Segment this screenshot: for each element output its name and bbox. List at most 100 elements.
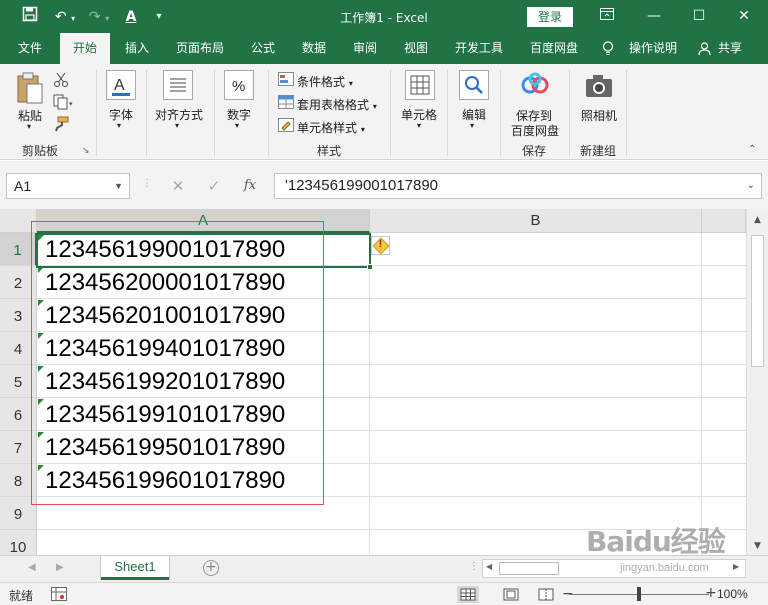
grid-line — [369, 233, 370, 555]
format-as-table-icon[interactable] — [278, 95, 294, 112]
clipboard-group-label: 剪贴板 — [22, 144, 59, 158]
insert-function-icon[interactable]: fx — [236, 173, 264, 199]
number-format-icon[interactable]: % — [224, 70, 254, 103]
scroll-up-icon[interactable]: ▲ — [747, 211, 768, 229]
tab-insert[interactable]: 插入 — [116, 33, 158, 64]
sheet-prev-icon[interactable]: ◀ — [28, 562, 36, 573]
grid-line — [701, 233, 702, 555]
vertical-scroll-thumb[interactable] — [751, 235, 764, 367]
lightbulb-icon[interactable] — [600, 33, 616, 64]
cells-dropdown-icon[interactable]: ▾ — [417, 121, 421, 130]
horizontal-scrollbar[interactable]: ◀ ▶ — [482, 559, 746, 578]
group-divider — [447, 70, 448, 156]
edit-dropdown-icon[interactable]: ▾ — [470, 121, 474, 130]
normal-view-icon[interactable] — [457, 586, 479, 603]
paste-icon[interactable] — [15, 72, 45, 109]
cells-icon[interactable] — [405, 70, 435, 103]
share-button[interactable]: 共享 — [714, 33, 746, 64]
formula-bar-grip-icon[interactable]: ⋮ — [142, 178, 152, 189]
grid-line — [37, 529, 746, 530]
tab-developer[interactable]: 开发工具 — [449, 33, 509, 64]
page-break-view-icon[interactable] — [535, 586, 557, 603]
tell-me-search[interactable]: 操作说明 — [624, 33, 682, 64]
edit-find-icon[interactable] — [459, 70, 489, 103]
macro-record-icon[interactable] — [51, 587, 67, 604]
horizontal-scroll-thumb[interactable] — [499, 562, 559, 575]
camera-icon[interactable] — [585, 74, 613, 101]
enter-icon[interactable]: ✓ — [200, 173, 228, 199]
zoom-slider-thumb[interactable] — [637, 587, 641, 601]
scroll-right-icon[interactable]: ▶ — [733, 562, 739, 571]
row-header[interactable]: 10 — [0, 530, 37, 555]
group-divider — [569, 70, 570, 156]
zoom-level[interactable]: 100% — [717, 587, 748, 601]
tab-home[interactable]: 开始 — [60, 33, 110, 64]
tab-page-layout[interactable]: 页面布局 — [170, 33, 230, 64]
baidu-netdisk-icon[interactable] — [521, 72, 549, 101]
error-warning-icon[interactable]: ! — [371, 236, 390, 255]
scroll-left-icon[interactable]: ◀ — [486, 562, 492, 571]
conditional-format-icon[interactable] — [278, 72, 294, 89]
status-ready: 就绪 — [9, 589, 34, 603]
vertical-scrollbar[interactable]: ▲ ▼ — [746, 209, 768, 555]
font-dropdown-icon[interactable]: ▾ — [117, 121, 121, 130]
column-header-b[interactable]: B — [370, 209, 702, 233]
group-divider — [214, 70, 215, 156]
tab-review[interactable]: 审阅 — [345, 33, 385, 64]
login-button[interactable]: 登录 — [527, 7, 573, 27]
copy-icon[interactable]: ▾ — [53, 94, 73, 113]
share-user-icon[interactable] — [697, 33, 711, 64]
ribbon-display-icon[interactable] — [594, 4, 620, 28]
sheet-tab-sheet1[interactable]: Sheet1 — [101, 556, 169, 580]
tab-baidu-netdisk[interactable]: 百度网盘 — [524, 33, 584, 64]
status-bar: 就绪 − + 100% — [0, 582, 768, 605]
expand-formula-icon[interactable]: ⌄ — [747, 174, 755, 198]
clipboard-launcher-icon[interactable]: ↘ — [82, 146, 90, 156]
group-divider — [96, 70, 97, 156]
ribbon-tabs: 文件 开始 插入 页面布局 公式 数据 审阅 视图 开发工具 百度网盘 操作说明… — [0, 33, 768, 64]
paste-dropdown-icon[interactable]: ▾ — [27, 122, 31, 131]
cancel-icon[interactable]: ✕ — [164, 173, 192, 199]
minimize-icon[interactable]: — — [641, 4, 667, 28]
conditional-format-button[interactable]: 条件格式 ▾ — [297, 73, 353, 90]
close-icon[interactable]: ✕ — [731, 4, 757, 28]
svg-text:A: A — [114, 77, 125, 94]
alignment-dropdown-icon[interactable]: ▾ — [175, 121, 179, 130]
maximize-icon[interactable]: ☐ — [686, 4, 712, 28]
fill-handle[interactable] — [367, 264, 373, 270]
page-layout-view-icon[interactable] — [500, 586, 522, 603]
tab-view[interactable]: 视图 — [396, 33, 436, 64]
cut-icon[interactable] — [53, 72, 69, 91]
formula-bar: A1 ▼ ⋮ ✕ ✓ fx '123456199001017890 ⌄ — [0, 161, 768, 209]
number-dropdown-icon[interactable]: ▾ — [235, 121, 239, 130]
font-icon[interactable]: A — [106, 70, 136, 103]
save-to-baidu-label-2[interactable]: 百度网盘 — [511, 122, 559, 139]
highlight-box — [31, 221, 324, 505]
format-as-table-button[interactable]: 套用表格格式 ▾ — [297, 96, 377, 113]
group-divider — [500, 70, 501, 156]
column-header-c[interactable] — [702, 209, 746, 233]
format-painter-icon[interactable] — [53, 116, 69, 135]
tab-split-grip-icon[interactable]: ⋮ — [469, 561, 479, 572]
tab-formulas[interactable]: 公式 — [243, 33, 283, 64]
collapse-ribbon-icon[interactable]: ⌃ — [748, 144, 756, 155]
group-divider — [626, 70, 627, 156]
zoom-in-icon[interactable]: + — [705, 585, 717, 601]
group-divider — [268, 70, 269, 156]
cell-styles-icon[interactable] — [278, 118, 294, 135]
styles-group-label: 样式 — [317, 144, 342, 158]
scroll-down-icon[interactable]: ▼ — [747, 537, 768, 555]
cell-styles-button[interactable]: 单元格样式 ▾ — [297, 119, 365, 136]
alignment-icon[interactable] — [163, 70, 193, 103]
camera-label: 照相机 — [581, 109, 618, 123]
tab-file[interactable]: 文件 — [9, 33, 51, 64]
sheet-next-icon[interactable]: ▶ — [56, 562, 64, 573]
name-box[interactable]: A1 ▼ — [6, 173, 130, 199]
formula-input[interactable]: '123456199001017890 ⌄ — [274, 173, 762, 199]
sheet-tab-bar: ◀ ▶ Sheet1 + ⋮ ◀ ▶ — [0, 555, 768, 582]
tab-data[interactable]: 数据 — [294, 33, 334, 64]
add-sheet-icon[interactable]: + — [203, 560, 219, 576]
worksheet-grid[interactable]: A B 1 2 3 4 5 6 7 8 9 10 123456199001017… — [0, 209, 768, 555]
svg-text:%: % — [232, 78, 245, 95]
name-box-dropdown-icon[interactable]: ▼ — [114, 174, 123, 198]
